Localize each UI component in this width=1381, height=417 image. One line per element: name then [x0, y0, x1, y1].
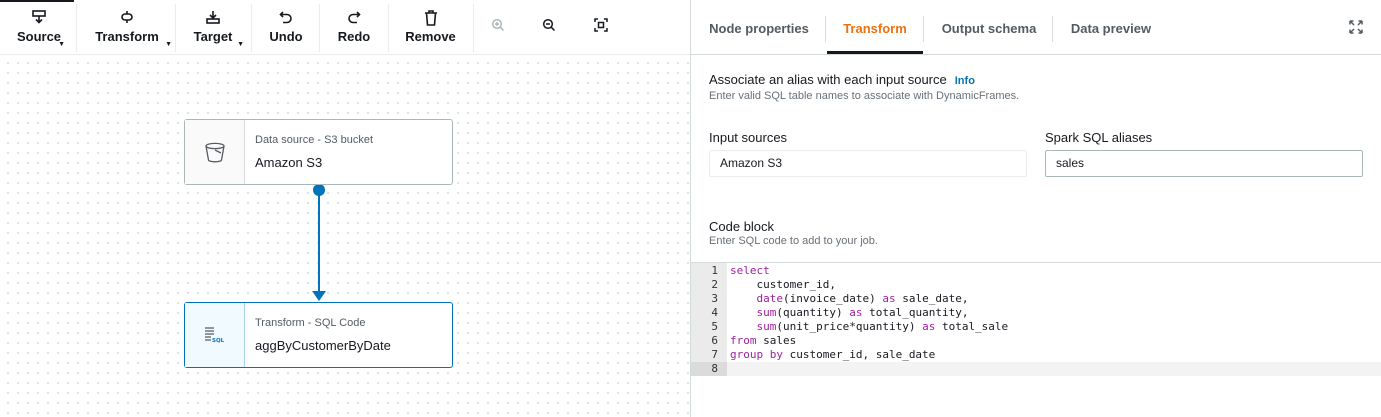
target-button[interactable]: Target ▼ [190, 4, 244, 52]
undo-button[interactable]: Undo [266, 4, 306, 52]
toolbar-divider [319, 4, 320, 52]
sql-code-editor[interactable]: 1 select 2 customer_id, 3 date(invoice_da… [691, 262, 1381, 376]
zoom-in-button[interactable] [488, 4, 508, 52]
alias-section-title-text: Associate an alias with each input sourc… [709, 72, 947, 87]
panel-tabs: Node properties Transform Output schema … [691, 0, 1381, 55]
alias-section-title: Associate an alias with each input sourc… [709, 72, 975, 87]
redo-button[interactable]: Redo [334, 4, 374, 52]
node-name: aggByCustomerByDate [255, 338, 391, 353]
properties-panel: Node properties Transform Output schema … [691, 0, 1381, 417]
node-name: Amazon S3 [255, 155, 323, 170]
code-text: select [730, 264, 770, 277]
code-line: 3 date(invoice_date) as sale_date, [691, 292, 1381, 306]
remove-button[interactable]: Remove [403, 4, 458, 52]
code-line: 1 select [691, 264, 1381, 278]
source-icon [15, 4, 63, 26]
target-icon [190, 4, 236, 26]
target-caret-icon: ▼ [237, 41, 244, 48]
source-caret-icon: ▼ [58, 41, 65, 48]
zoom-out-button[interactable] [539, 4, 559, 52]
editor-toolbar: Source ▼ Transform ▼ Target ▼ Undo Redo … [0, 0, 690, 55]
source-button-label: Source [16, 29, 62, 44]
transform-caret-icon: ▼ [165, 41, 172, 48]
edge-source-handle[interactable] [313, 184, 325, 196]
toolbar-divider [76, 4, 77, 52]
node-type: Data source - S3 bucket [255, 134, 374, 146]
tab-node-properties[interactable]: Node properties [699, 0, 819, 55]
remove-button-label: Remove [405, 29, 456, 44]
transform-button-label: Transform [95, 29, 159, 44]
code-line: 6 from sales [691, 334, 1381, 348]
line-number: 1 [711, 264, 718, 277]
svg-text:SQL: SQL [212, 338, 225, 344]
tab-output-schema[interactable]: Output schema [931, 0, 1047, 55]
tab-divider [923, 16, 924, 42]
undo-icon [266, 4, 306, 26]
code-text: from sales [730, 334, 797, 347]
code-line: 4 sum(quantity) as total_quantity, [691, 306, 1381, 320]
connector-edge[interactable] [318, 190, 320, 292]
code-text: sum(quantity) as total_quantity, [756, 306, 969, 319]
node-s3-source[interactable]: Data source - S3 bucket Amazon S3 [184, 119, 453, 185]
top-accent-bar [0, 0, 74, 2]
node-type: Transform - SQL Code [255, 317, 366, 329]
zoom-out-icon [539, 4, 559, 32]
code-text: sum(unit_price*quantity) as total_sale [756, 320, 1009, 333]
node-text: Transform - SQL Code aggByCustomerByDate [245, 303, 391, 367]
code-text: customer_id, [730, 278, 836, 291]
active-tab-indicator [827, 51, 923, 54]
code-text: date(invoice_date) as sale_date, [756, 292, 969, 305]
transform-button[interactable]: Transform ▼ [92, 4, 172, 52]
redo-button-label: Redo [337, 29, 371, 44]
undo-button-label: Undo [269, 29, 303, 44]
zoom-in-icon [488, 4, 508, 32]
fit-screen-button[interactable] [591, 4, 611, 52]
target-button-label: Target [193, 29, 233, 44]
line-number: 6 [711, 334, 718, 347]
toolbar-divider [251, 4, 252, 52]
code-line-active: 8 [691, 362, 1381, 376]
toolbar-divider [388, 4, 389, 52]
line-number: 8 [691, 362, 727, 376]
input-sources-label: Input sources [709, 130, 788, 145]
line-number: 2 [711, 278, 718, 291]
toolbar-divider [175, 4, 176, 52]
expand-panel-icon[interactable] [1349, 20, 1363, 34]
spark-sql-alias-input[interactable]: sales [1045, 150, 1363, 177]
trash-icon [403, 4, 458, 26]
node-text: Data source - S3 bucket Amazon S3 [245, 120, 373, 184]
bucket-icon [185, 120, 245, 184]
code-text: group by customer_id, sale_date [730, 348, 936, 361]
input-source-field: Amazon S3 [709, 150, 1027, 177]
node-sql-transform[interactable]: SQL Transform - SQL Code aggByCustomerBy… [184, 302, 453, 368]
code-line: 7 group by customer_id, sale_date [691, 348, 1381, 362]
source-button[interactable]: Source ▼ [15, 4, 65, 52]
code-line: 5 sum(unit_price*quantity) as total_sale [691, 320, 1381, 334]
info-link[interactable]: Info [955, 75, 975, 87]
tab-divider [1052, 16, 1053, 42]
diagram-editor: Source ▼ Transform ▼ Target ▼ Undo Redo … [0, 0, 690, 417]
redo-icon [334, 4, 374, 26]
line-number: 3 [711, 292, 718, 305]
code-line: 2 customer_id, [691, 278, 1381, 292]
tab-divider [825, 16, 826, 42]
tab-data-preview[interactable]: Data preview [1060, 0, 1162, 55]
line-number: 4 [711, 306, 718, 319]
line-number: 7 [711, 348, 718, 361]
alias-section-description: Enter valid SQL table names to associate… [709, 90, 1020, 102]
spark-sql-aliases-label: Spark SQL aliases [1045, 130, 1153, 145]
sql-icon: SQL [185, 303, 245, 367]
fit-screen-icon [591, 4, 611, 32]
code-block-title: Code block [709, 219, 775, 234]
toolbar-divider [473, 4, 474, 52]
transform-icon [92, 4, 162, 26]
code-block-description: Enter SQL code to add to your job. [709, 235, 878, 247]
tab-transform[interactable]: Transform [827, 0, 923, 55]
line-number: 5 [711, 320, 718, 333]
edge-arrow-icon [312, 291, 326, 301]
